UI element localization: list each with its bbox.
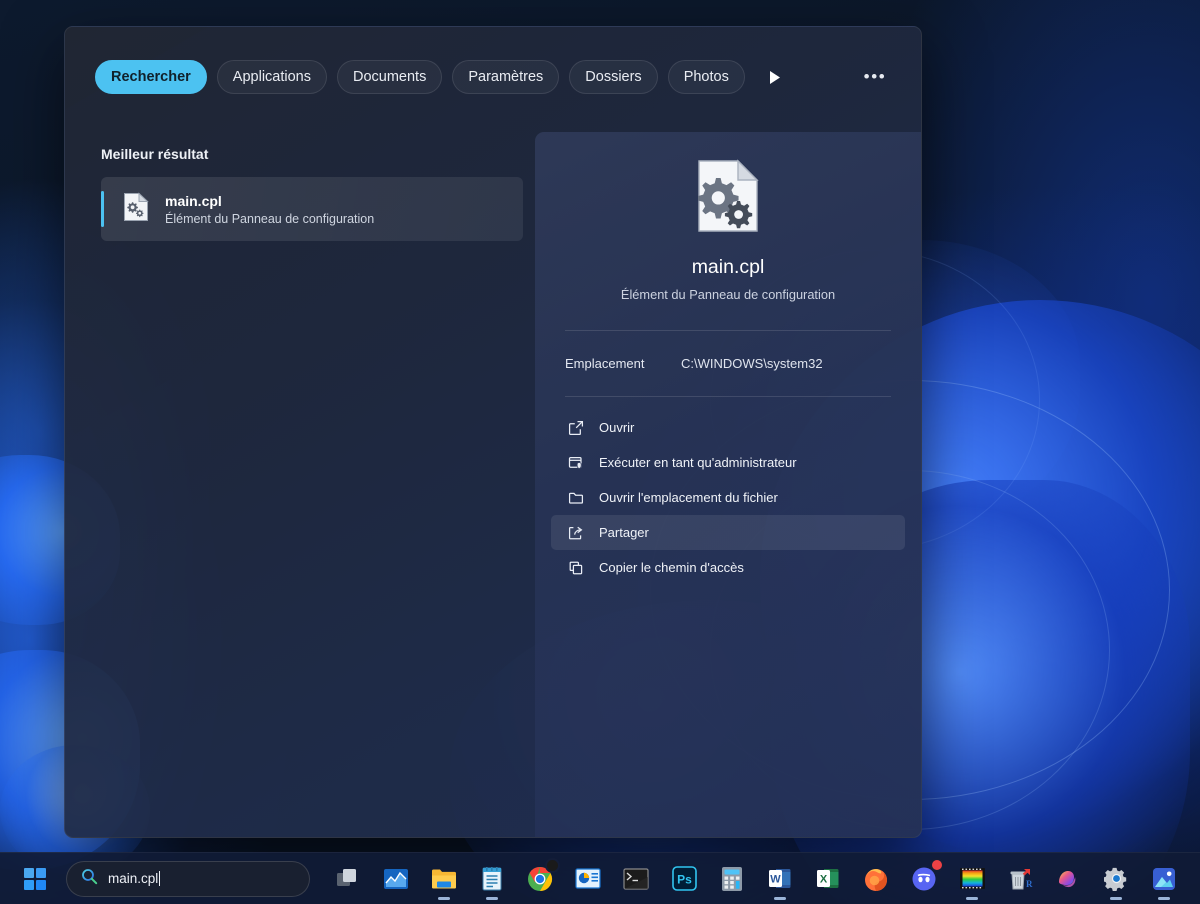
- calculator-icon[interactable]: [708, 855, 756, 903]
- terminal-icon[interactable]: [612, 855, 660, 903]
- preview-subtitle: Élément du Panneau de configuration: [620, 287, 836, 302]
- search-input[interactable]: main.cpl: [66, 860, 310, 897]
- action-copier-chemin[interactable]: Copier le chemin d'accès: [551, 550, 905, 585]
- search-input-value: main.cpl: [108, 871, 159, 886]
- tab-rechercher[interactable]: Rechercher: [95, 60, 207, 94]
- shield-admin-icon: [565, 452, 587, 474]
- folder-icon: [565, 487, 587, 509]
- actions-list: Ouvrir Exécuter en tant qu'administrateu…: [551, 397, 905, 585]
- action-executer-administrateur[interactable]: Exécuter en tant qu'administrateur: [551, 445, 905, 480]
- svg-text:W: W: [770, 874, 781, 886]
- action-label: Exécuter en tant qu'administrateur: [599, 455, 797, 470]
- taskbar: main.cpl Ps W X R: [0, 852, 1200, 904]
- word-icon[interactable]: W: [756, 855, 804, 903]
- tab-applications[interactable]: Applications: [216, 60, 327, 94]
- location-label: Emplacement: [565, 356, 645, 371]
- preview-title: main.cpl: [691, 256, 765, 278]
- task-view-icon[interactable]: [324, 855, 372, 903]
- running-indicator: [774, 896, 786, 900]
- detail-preview-pane: main.cpl Élément du Panneau de configura…: [535, 132, 921, 837]
- copy-icon: [565, 557, 587, 579]
- cpl-file-icon: [123, 191, 149, 227]
- action-label: Copier le chemin d'accès: [599, 560, 744, 575]
- taskbar-app-list: Ps W X R: [324, 855, 1188, 903]
- excel-icon[interactable]: X: [804, 855, 852, 903]
- running-indicator: [1110, 896, 1122, 900]
- widgets-chart-icon[interactable]: [372, 855, 420, 903]
- tab-documents[interactable]: Documents: [336, 60, 443, 94]
- open-external-icon: [565, 417, 587, 439]
- settings-gear-icon[interactable]: [1092, 855, 1140, 903]
- play-arrow-icon[interactable]: [760, 62, 790, 92]
- revo-uninstaller-icon[interactable]: R: [996, 855, 1044, 903]
- best-result-subtitle: Élément du Panneau de configuration: [165, 211, 375, 226]
- chrome-icon[interactable]: [516, 855, 564, 903]
- notification-badge: [930, 857, 944, 872]
- running-indicator: [486, 896, 498, 900]
- best-result-text-block: main.cpl Élément du Panneau de configura…: [165, 193, 374, 226]
- selection-accent-bar: [101, 191, 104, 227]
- tab-dossiers[interactable]: Dossiers: [569, 60, 658, 94]
- share-icon: [565, 522, 587, 544]
- search-tab-bar: Rechercher Applications Documents Paramè…: [65, 27, 921, 127]
- best-result-item[interactable]: main.cpl Élément du Panneau de configura…: [101, 177, 523, 241]
- action-partager[interactable]: Partager: [551, 515, 905, 550]
- results-column: Meilleur résultat main.cpl Élément du Pa…: [65, 127, 535, 837]
- copilot-icon[interactable]: [1044, 855, 1092, 903]
- text-caret: [159, 871, 161, 886]
- windows-logo-icon[interactable]: [12, 857, 58, 901]
- notification-badge: [545, 857, 560, 873]
- action-ouvrir-emplacement[interactable]: Ouvrir l'emplacement du fichier: [551, 480, 905, 515]
- photos-icon[interactable]: [1140, 855, 1188, 903]
- powerpoint-icon[interactable]: [564, 855, 612, 903]
- location-value: C:\WINDOWS\system32: [681, 356, 823, 371]
- file-explorer-icon[interactable]: [420, 855, 468, 903]
- color-picker-icon[interactable]: [948, 855, 996, 903]
- search-icon: [81, 868, 98, 890]
- svg-text:X: X: [820, 874, 828, 886]
- action-ouvrir[interactable]: Ouvrir: [551, 410, 905, 445]
- location-row: Emplacement C:\WINDOWS\system32: [551, 331, 905, 396]
- running-indicator: [1158, 896, 1170, 900]
- discord-icon[interactable]: [900, 855, 948, 903]
- cpl-file-large-icon: [551, 132, 905, 234]
- firefox-icon[interactable]: [852, 855, 900, 903]
- svg-text:Ps: Ps: [677, 873, 692, 887]
- notepad-icon[interactable]: [468, 855, 516, 903]
- tab-parametres[interactable]: Paramètres: [452, 60, 560, 94]
- tab-photos[interactable]: Photos: [667, 60, 745, 94]
- photoshop-icon[interactable]: Ps: [660, 855, 708, 903]
- results-heading: Meilleur résultat: [101, 146, 209, 162]
- search-flyout-panel: Rechercher Applications Documents Paramè…: [64, 26, 922, 838]
- action-label: Ouvrir: [599, 420, 635, 435]
- action-label: Partager: [599, 525, 649, 540]
- best-result-title: main.cpl: [165, 192, 222, 209]
- overflow-menu-button[interactable]: •••: [859, 62, 891, 92]
- action-label: Ouvrir l'emplacement du fichier: [599, 490, 778, 505]
- running-indicator: [438, 896, 450, 900]
- svg-text:R: R: [1026, 879, 1033, 889]
- running-indicator: [966, 896, 978, 900]
